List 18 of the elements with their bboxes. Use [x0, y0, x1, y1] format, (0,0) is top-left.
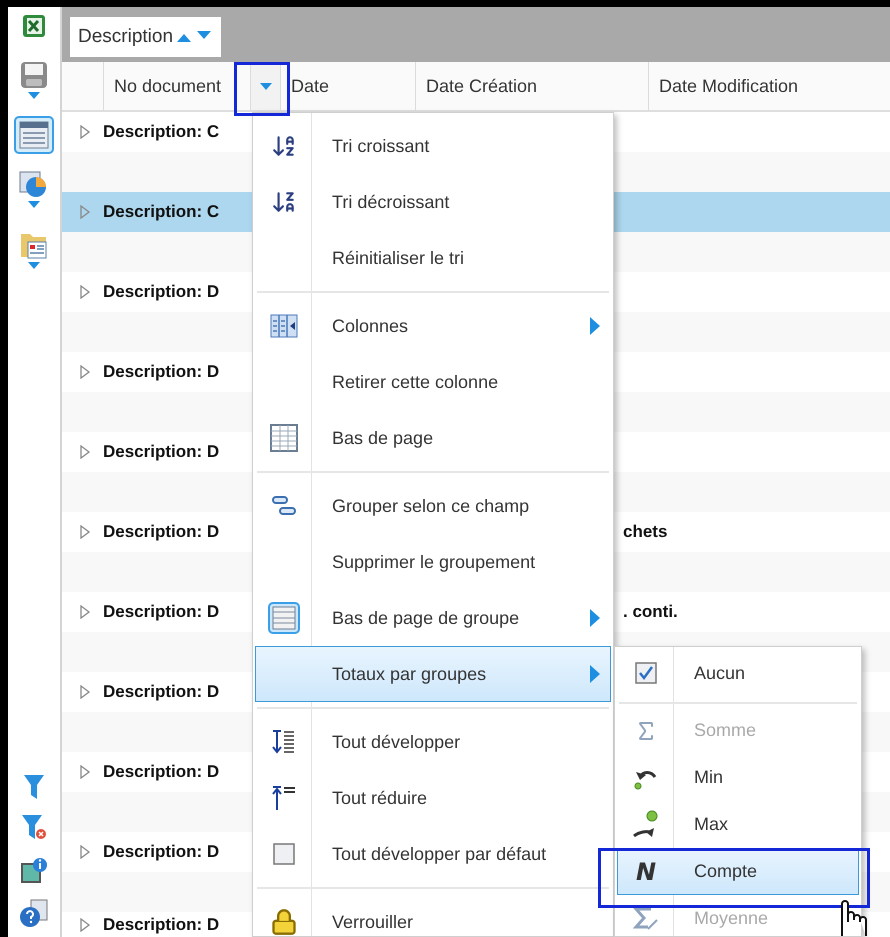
row-text: Description: D	[103, 362, 220, 382]
row-text: Description: C	[103, 122, 220, 142]
row-text: Description: C	[103, 202, 220, 222]
row-text: Description: D	[103, 682, 220, 702]
row-text: Description: D	[103, 522, 220, 542]
row-text: Description: D	[103, 282, 220, 302]
column-title: Date	[291, 76, 330, 96]
row-text: Description: D	[103, 602, 220, 622]
row-text: Description: D	[103, 915, 220, 935]
row-text: Description: D	[103, 442, 220, 462]
column-title: Date Création	[426, 76, 538, 96]
count-glyph: N	[636, 858, 656, 886]
column-title: No document	[114, 76, 222, 96]
row-text: . conti.	[623, 602, 678, 622]
row-text: Description: D	[103, 762, 220, 782]
column-title: Date Modification	[659, 76, 798, 96]
row-text: chets	[623, 522, 668, 542]
row-text: Description: D	[103, 842, 220, 862]
